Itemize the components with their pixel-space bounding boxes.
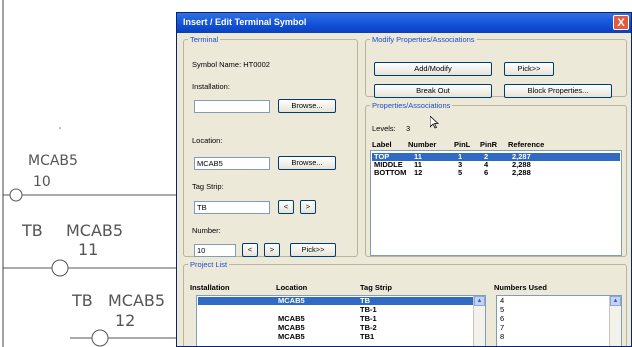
dialog-titlebar[interactable]: Insert / Edit Terminal Symbol X: [177, 13, 631, 33]
installation-input[interactable]: [194, 100, 270, 113]
tag-strip-prev-button[interactable]: <: [278, 200, 294, 214]
properties-list[interactable]: TOP 11 1 2 2,287 MIDDLE 11 3 4 2,288 BOT…: [370, 150, 622, 256]
column-header-location: Location: [276, 283, 308, 292]
levels-label: Levels:: [372, 124, 396, 133]
tag-strip-next-button[interactable]: >: [300, 200, 316, 214]
list-item[interactable]: 5: [498, 306, 609, 314]
terminal-group-legend: Terminal: [190, 35, 219, 44]
table-row[interactable]: MIDDLE 11 3 4 2,288: [372, 161, 620, 169]
installation-label: Installation:: [192, 82, 230, 91]
item-tag-strip: TB: [360, 296, 370, 305]
row-reference: 2,288: [512, 168, 531, 177]
terminal-number-label: 11: [78, 240, 98, 259]
list-item[interactable]: MCAB5 TB: [198, 297, 473, 305]
location-label: Location:: [192, 136, 223, 145]
list-item[interactable]: 7: [498, 324, 609, 332]
item-location: MCAB5: [278, 296, 305, 305]
column-header-number: Number: [408, 140, 437, 149]
item-tag-strip: TB-1: [360, 305, 377, 314]
terminal-circle-12[interactable]: [91, 329, 109, 347]
close-icon: X: [617, 17, 625, 29]
terminal-number-label: 10: [33, 174, 51, 190]
list-item[interactable]: MCAB5 TB-1: [198, 315, 473, 323]
number-label: Number:: [192, 226, 221, 235]
table-row[interactable]: BOTTOM 12 5 6 2,288: [372, 169, 620, 177]
dialog-title: Insert / Edit Terminal Symbol: [183, 17, 307, 27]
row-number: 12: [414, 168, 423, 177]
terminal-tagstrip-label: TB: [21, 221, 43, 240]
project-list-group: Project List Installation Location Tag S…: [183, 260, 627, 346]
terminal-tagstrip-label: TB: [71, 291, 93, 310]
terminal-location-label: MCAB5: [108, 291, 165, 310]
insert-edit-terminal-dialog: Insert / Edit Terminal Symbol X Terminal…: [176, 12, 632, 347]
installation-browse-button[interactable]: Browse...: [278, 99, 336, 113]
column-header-numbers-used: Numbers Used: [494, 283, 547, 292]
terminal-circle-10[interactable]: [9, 188, 23, 202]
column-header-pinr: PinR: [480, 140, 498, 149]
location-input[interactable]: MCAB5: [194, 157, 270, 170]
column-header-installation: Installation: [190, 283, 230, 292]
close-button[interactable]: X: [613, 15, 629, 30]
row-pinr: 6: [484, 168, 489, 177]
project-list-legend: Project List: [190, 260, 228, 269]
levels-value: 3: [406, 124, 411, 133]
terminal-number-label: 12: [115, 311, 135, 330]
modify-group: Modify Properties/Associations Add/Modif…: [365, 35, 627, 98]
item-tag-strip: TB1: [360, 332, 375, 341]
numbers-used-list[interactable]: 4 5 6 7 8 ▲: [496, 295, 622, 346]
tag-strip-label: Tag Strip:: [192, 182, 224, 191]
cad-dot: [59, 127, 61, 129]
list-item[interactable]: TB-1: [198, 306, 473, 314]
item-location: MCAB5: [278, 323, 305, 332]
list-item[interactable]: MCAB5 TB1: [198, 333, 473, 341]
list-item[interactable]: MCAB5 TB-2: [198, 324, 473, 332]
numbers-used-scrollbar[interactable]: ▲: [609, 296, 621, 346]
tag-strip-input[interactable]: TB: [194, 201, 270, 214]
list-item[interactable]: 4: [498, 297, 609, 305]
modify-group-legend: Modify Properties/Associations: [372, 35, 475, 44]
number-pick-button[interactable]: Pick>>: [290, 243, 336, 257]
item-location: MCAB5: [278, 332, 305, 341]
block-properties-button[interactable]: Block Properties...: [504, 84, 612, 98]
project-list-scrollbar[interactable]: ▲: [473, 296, 485, 346]
row-pinl: 5: [458, 168, 463, 177]
mouse-cursor-icon: [430, 116, 439, 129]
item-tag-strip: TB-1: [360, 314, 377, 323]
list-item[interactable]: 8: [498, 333, 609, 341]
terminal-circle-11[interactable]: [51, 259, 69, 277]
column-header-reference: Reference: [508, 140, 545, 149]
row-label: BOTTOM: [374, 168, 407, 177]
number-input[interactable]: 10: [194, 244, 236, 257]
column-header-pinl: PinL: [454, 140, 471, 149]
terminal-location-label: MCAB5: [66, 221, 123, 240]
number-prev-button[interactable]: <: [242, 243, 258, 257]
symbol-name-text: Symbol Name: HT0002: [192, 60, 270, 69]
add-modify-button[interactable]: Add/Modify: [374, 62, 492, 76]
location-browse-button[interactable]: Browse...: [278, 156, 336, 170]
table-row[interactable]: TOP 11 1 2 2,287: [372, 153, 620, 161]
column-header-label: Label: [372, 140, 392, 149]
item-location: MCAB5: [278, 314, 305, 323]
item-tag-strip: TB-2: [360, 323, 377, 332]
scroll-up-icon[interactable]: ▲: [610, 296, 621, 306]
scroll-up-icon[interactable]: ▲: [474, 296, 485, 306]
terminal-location-label: MCAB5: [28, 153, 78, 169]
properties-group: Properties/Associations Levels: 3 Label …: [365, 101, 627, 257]
column-header-tag-strip: Tag Strip: [360, 283, 392, 292]
number-next-button[interactable]: >: [264, 243, 280, 257]
list-item[interactable]: 6: [498, 315, 609, 323]
project-list[interactable]: MCAB5 TB TB-1 MCAB5 TB-1 MCAB5 TB-2 MCAB…: [196, 295, 486, 346]
break-out-button[interactable]: Break Out: [374, 84, 492, 98]
terminal-group: Terminal Symbol Name: HT0002 Installatio…: [183, 35, 358, 257]
properties-group-legend: Properties/Associations: [372, 101, 451, 110]
pick-button[interactable]: Pick>>: [504, 62, 554, 76]
